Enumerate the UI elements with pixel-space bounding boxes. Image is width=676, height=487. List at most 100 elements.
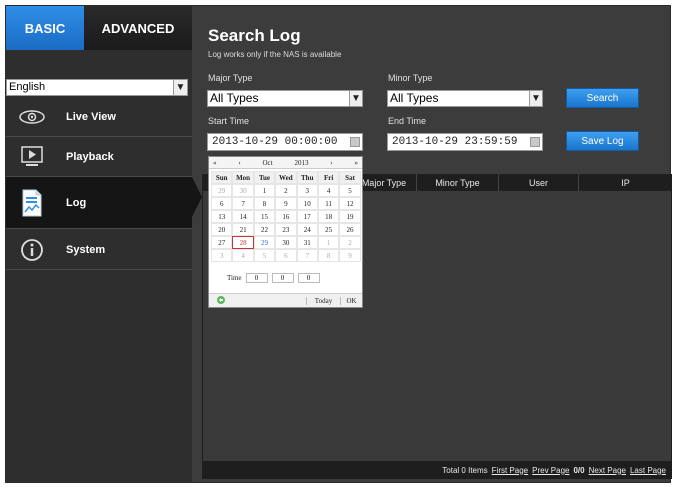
major-type-label: Major Type: [208, 73, 253, 83]
sidebar-item-label: Live View: [66, 110, 116, 123]
calendar-day[interactable]: 9: [339, 249, 361, 262]
major-type-value: All Types: [210, 91, 259, 105]
tab-advanced[interactable]: ADVANCED: [84, 6, 192, 50]
calendar-day[interactable]: 4: [317, 184, 340, 197]
calendar-day[interactable]: 23: [275, 223, 297, 236]
weekday-row: Sun Mon Tue Wed Thu Fri Sat: [211, 171, 361, 184]
prev-year-button[interactable]: «: [213, 159, 217, 167]
sidebar-item-label: Playback: [66, 150, 114, 163]
calendar-day[interactable]: 16: [275, 210, 297, 223]
week-row: 3456789: [211, 249, 361, 262]
calendar-day[interactable]: 2: [275, 184, 297, 197]
prev-month-button[interactable]: ‹: [238, 159, 240, 167]
today-button[interactable]: Today: [306, 296, 340, 305]
calendar-day[interactable]: 1: [317, 236, 340, 249]
calendar-day[interactable]: 25: [317, 223, 340, 236]
calendar-day[interactable]: 7: [232, 197, 254, 210]
document-chart-icon: [12, 183, 52, 223]
tab-basic[interactable]: BASIC: [6, 6, 84, 50]
calendar-day[interactable]: 29: [253, 236, 276, 249]
calendar-day[interactable]: 19: [339, 210, 361, 223]
start-time-label: Start Time: [208, 116, 250, 126]
calendar-day[interactable]: 8: [253, 197, 276, 210]
calendar-day[interactable]: 22: [253, 223, 276, 236]
calendar-day[interactable]: 20: [211, 223, 233, 236]
chevron-down-icon: ▼: [529, 91, 542, 106]
column-minor-type[interactable]: Minor Type: [417, 174, 499, 191]
calendar-day[interactable]: 30: [275, 236, 297, 249]
major-type-select[interactable]: All Types ▼: [207, 90, 363, 107]
calendar-day[interactable]: 12: [339, 197, 361, 210]
prev-page-link[interactable]: Prev Page: [532, 466, 569, 475]
calendar-day[interactable]: 15: [253, 210, 276, 223]
language-select[interactable]: English ▼: [6, 79, 188, 96]
calendar-day[interactable]: 11: [317, 197, 340, 210]
next-year-button[interactable]: »: [354, 159, 358, 167]
sidebar-item-live-view[interactable]: Live View: [6, 97, 192, 137]
calendar-day[interactable]: 29: [211, 184, 233, 197]
year-label[interactable]: 2013: [294, 159, 308, 167]
ok-button[interactable]: OK: [340, 296, 362, 305]
weekday-label: Thu: [296, 171, 318, 184]
calendar-day[interactable]: 26: [339, 223, 361, 236]
second-input[interactable]: 0: [297, 273, 320, 283]
weekday-label: Tue: [253, 171, 276, 184]
calendar-day[interactable]: 27: [211, 236, 233, 249]
save-log-button[interactable]: Save Log: [566, 131, 639, 151]
info-icon: [12, 230, 52, 270]
sidebar-item-system[interactable]: System: [6, 230, 192, 270]
calendar-day[interactable]: 13: [211, 210, 233, 223]
first-page-link[interactable]: First Page: [492, 466, 528, 475]
calendar-icon[interactable]: [350, 137, 360, 147]
column-user[interactable]: User: [499, 174, 579, 191]
calendar-day[interactable]: 5: [253, 249, 276, 262]
calendar-day[interactable]: 3: [296, 184, 318, 197]
mode-tabs: BASIC ADVANCED: [6, 6, 192, 50]
sidebar-item-label: Log: [66, 196, 87, 209]
calendar-day[interactable]: 2: [339, 236, 361, 249]
calendar-day[interactable]: 3: [211, 249, 233, 262]
week-row: 13 14 15 16 17 18 19: [211, 210, 361, 223]
calendar-day[interactable]: 17: [296, 210, 318, 223]
start-time-value: 2013-10-29 00:00:00: [212, 136, 338, 148]
calendar-day[interactable]: 30: [232, 184, 254, 197]
calendar-day[interactable]: 18: [317, 210, 340, 223]
sidebar-item-label: System: [66, 243, 106, 256]
calendar-day[interactable]: 9: [275, 197, 297, 210]
calendar-day[interactable]: 7: [296, 249, 318, 262]
month-label[interactable]: Oct: [263, 159, 273, 167]
start-time-input[interactable]: 2013-10-29 00:00:00: [207, 133, 363, 151]
calendar-day[interactable]: 14: [232, 210, 254, 223]
next-page-link[interactable]: Next Page: [589, 466, 626, 475]
calendar-day[interactable]: 10: [296, 197, 318, 210]
minute-input[interactable]: 0: [271, 273, 294, 283]
date-picker-footer: Today OK: [209, 293, 362, 307]
sidebar-item-log[interactable]: Log: [6, 177, 202, 229]
end-time-input[interactable]: 2013-10-29 23:59:59: [387, 133, 543, 151]
clear-icon[interactable]: [209, 295, 233, 307]
time-picker: Time 0 0 0: [227, 273, 320, 283]
search-button[interactable]: Search: [566, 88, 639, 108]
week-row: 20 21 22 23 24 25 26: [211, 223, 361, 236]
calendar-day[interactable]: 6: [211, 197, 233, 210]
calendar-day[interactable]: 21: [232, 223, 254, 236]
calendar-day[interactable]: 1: [253, 184, 276, 197]
calendar-day[interactable]: 24: [296, 223, 318, 236]
hour-input[interactable]: 0: [245, 273, 268, 283]
weekday-label: Fri: [317, 171, 340, 184]
page-subtitle: Log works only if the NAS is available: [208, 50, 342, 59]
calendar-day[interactable]: 8: [317, 249, 340, 262]
calendar-day[interactable]: 5: [339, 184, 361, 197]
column-ip[interactable]: IP: [579, 174, 672, 191]
minor-type-select[interactable]: All Types ▼: [387, 90, 543, 107]
next-month-button[interactable]: ›: [330, 159, 332, 167]
date-picker-grid: Sun Mon Tue Wed Thu Fri Sat 29 30 1 2 3 4 5 6 7 8 9 10 11 12…: [211, 171, 361, 262]
calendar-icon[interactable]: [530, 137, 540, 147]
sidebar-item-playback[interactable]: Playback: [6, 137, 192, 177]
last-page-link[interactable]: Last Page: [630, 466, 666, 475]
calendar-day[interactable]: 31: [296, 236, 318, 249]
calendar-day[interactable]: 6: [275, 249, 297, 262]
week-row: 29 30 1 2 3 4 5: [211, 184, 361, 197]
calendar-day[interactable]: 4: [232, 249, 254, 262]
calendar-day[interactable]: 28: [232, 236, 254, 249]
